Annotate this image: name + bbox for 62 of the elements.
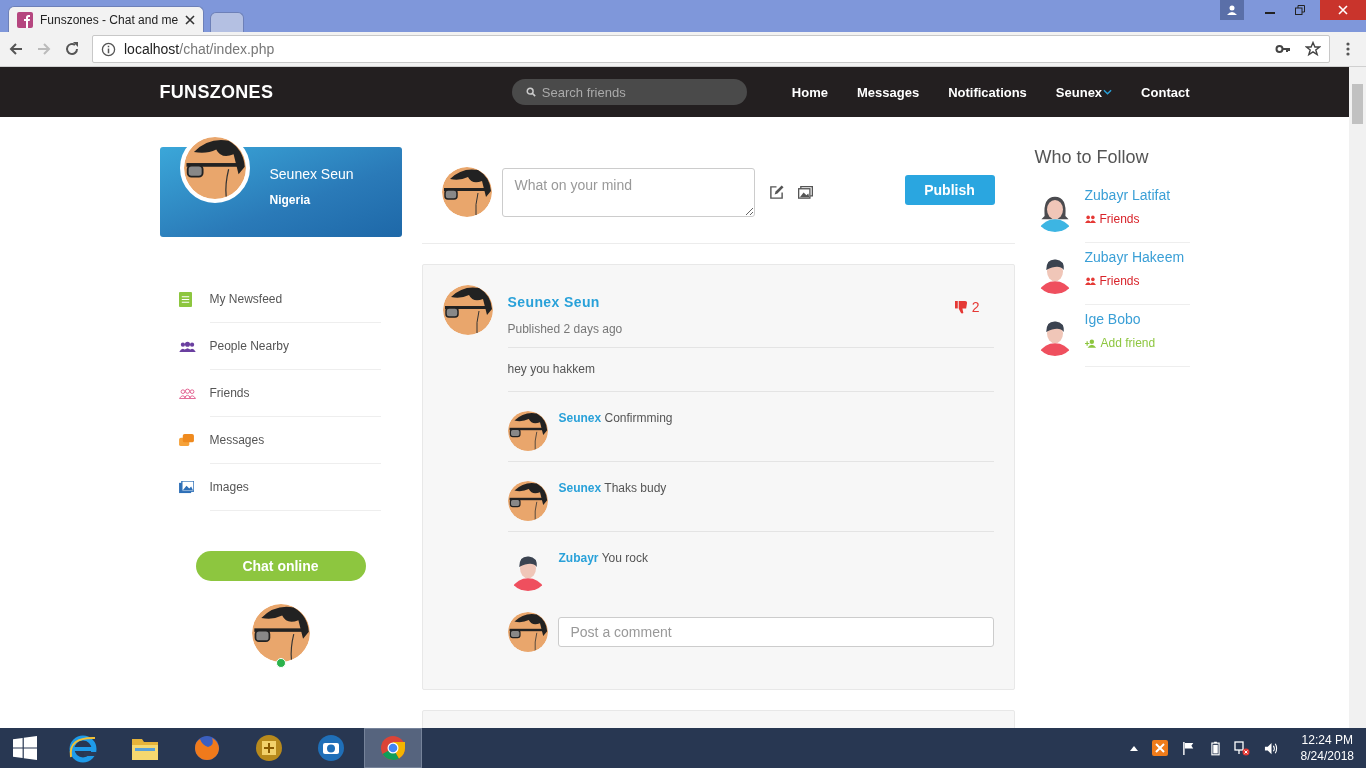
people-icon xyxy=(1084,215,1096,223)
user-avatar xyxy=(507,612,548,652)
sidebar-menu-item[interactable]: Messages xyxy=(209,417,381,464)
dislike-count: 2 xyxy=(971,299,980,315)
document-icon xyxy=(178,292,192,307)
post-input[interactable]: What on your mind xyxy=(501,167,755,217)
sidebar-menu-item[interactable]: Friends xyxy=(209,370,381,417)
clock[interactable]: 12:24 PM 8/24/2018 xyxy=(1300,732,1354,764)
author-avatar xyxy=(442,285,493,335)
image-icon xyxy=(178,481,194,494)
section-title: Who to Follow xyxy=(1034,147,1150,168)
comment-text: Seunex Thaks budy xyxy=(558,481,667,497)
favicon-icon xyxy=(17,11,33,28)
nav-link[interactable]: Home xyxy=(791,84,828,100)
user-avatar xyxy=(441,167,492,217)
thumbs-down-icon[interactable] xyxy=(954,300,968,314)
scrollbar[interactable] xyxy=(1349,67,1366,728)
commenter-avatar xyxy=(507,481,548,521)
sidebar-menu-item[interactable]: My Newsfeed xyxy=(209,276,381,323)
speaker-icon[interactable] xyxy=(1263,740,1279,756)
caret-icon xyxy=(1103,89,1113,95)
friends-status: Friends xyxy=(1099,274,1140,288)
nav-link[interactable]: Notifications xyxy=(948,84,1027,100)
people-icon xyxy=(178,341,196,352)
restore-icon[interactable] xyxy=(1295,5,1305,15)
images-icon[interactable] xyxy=(797,184,813,200)
close-icon[interactable] xyxy=(185,14,195,25)
star-icon[interactable] xyxy=(1305,41,1321,57)
windows-start-icon[interactable] xyxy=(13,736,37,760)
menu-icon[interactable] xyxy=(1346,41,1350,57)
people-icon xyxy=(1084,277,1096,285)
nav-dropdown[interactable]: Seunex xyxy=(1055,84,1113,100)
search-field[interactable]: Search friends xyxy=(511,79,747,105)
user-avatar[interactable] xyxy=(251,604,310,662)
people-icon xyxy=(178,388,196,399)
show-hidden-icons-icon[interactable] xyxy=(1129,745,1138,751)
address-field[interactable]: localhost/chat/index.php xyxy=(92,35,1330,63)
nav-link[interactable]: Contact xyxy=(1141,84,1190,100)
site-logo[interactable]: FUNSZONES xyxy=(159,81,274,103)
info-icon[interactable] xyxy=(101,41,116,57)
chat-bubbles-icon xyxy=(178,434,194,447)
profile-country: Nigeria xyxy=(269,193,312,207)
battery-icon[interactable] xyxy=(1210,740,1220,756)
browser-tab[interactable]: Funszones - Chat and me xyxy=(8,6,204,32)
reload-icon[interactable] xyxy=(64,41,80,57)
post-text: hey you hakkem xyxy=(507,348,994,392)
friends-status: Friends xyxy=(1099,212,1140,226)
close-button[interactable] xyxy=(1320,0,1366,20)
app-tray-icon[interactable] xyxy=(1151,740,1168,756)
comment-input[interactable]: Post a comment xyxy=(557,617,994,647)
edit-icon[interactable] xyxy=(768,184,784,200)
post-time: Published 2 days ago xyxy=(507,322,623,336)
sidebar-menu-item[interactable]: Images xyxy=(209,464,381,511)
profile-name: Seunex Seun xyxy=(269,166,355,182)
commenter-avatar xyxy=(507,411,548,451)
comment-text: Zubayr You rock xyxy=(558,551,648,567)
nav-link[interactable]: Messages xyxy=(856,84,920,100)
back-icon[interactable] xyxy=(8,41,24,57)
network-disconnected-icon[interactable] xyxy=(1233,740,1250,756)
comment-text: Seunex Confirmming xyxy=(558,411,673,427)
user-icon[interactable] xyxy=(1220,0,1244,20)
sidebar-menu-item[interactable]: People Nearby xyxy=(209,323,381,370)
